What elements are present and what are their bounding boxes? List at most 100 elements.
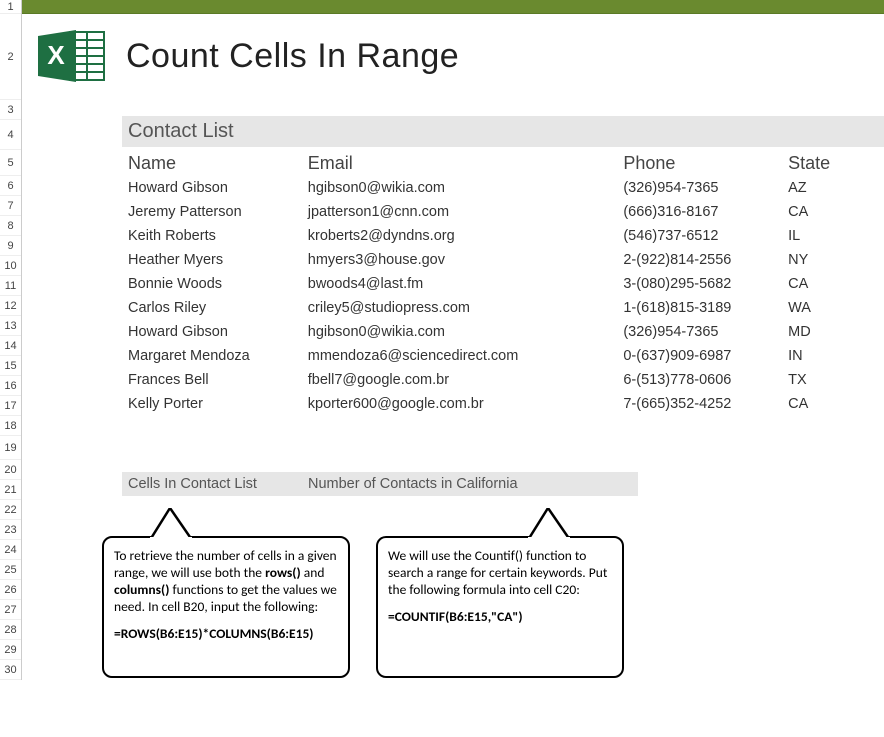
worksheet: X Count Cells In Range Contact List Name… (22, 0, 884, 678)
cell-email[interactable]: hgibson0@wikia.com (308, 322, 624, 342)
table-row[interactable]: Heather Myershmyers3@house.gov2-(922)814… (122, 248, 884, 272)
cell-phone[interactable]: 7-(665)352-4252 (623, 394, 788, 414)
cell-state[interactable]: MD (788, 322, 878, 342)
table-row[interactable]: Bonnie Woodsbwoods4@last.fm3-(080)295-56… (122, 272, 884, 296)
row-number[interactable]: 20 (0, 460, 21, 480)
content-area: Contact List Name Email Phone State Howa… (22, 116, 884, 678)
cell-state[interactable]: CA (788, 394, 878, 414)
row-number[interactable]: 15 (0, 356, 21, 376)
cell-email[interactable]: mmendoza6@sciencedirect.com (308, 346, 624, 366)
callout-tail-icon (528, 508, 570, 540)
row-number[interactable]: 2 (0, 14, 21, 100)
cell-name[interactable]: Keith Roberts (128, 226, 308, 246)
row-number[interactable]: 5 (0, 150, 21, 176)
row-number[interactable]: 3 (0, 100, 21, 120)
table-row[interactable]: Jeremy Pattersonjpatterson1@cnn.com(666)… (122, 200, 884, 224)
cell-name[interactable]: Frances Bell (128, 370, 308, 390)
cell-name[interactable]: Carlos Riley (128, 298, 308, 318)
cell-phone[interactable]: (326)954-7365 (623, 178, 788, 198)
row-number[interactable]: 21 (0, 480, 21, 500)
cell-phone[interactable]: 1-(618)815-3189 (623, 298, 788, 318)
cell-phone[interactable]: 0-(637)909-6987 (623, 346, 788, 366)
callout1-text-c: and (301, 564, 325, 581)
cell-state[interactable]: CA (788, 274, 878, 294)
row-number[interactable]: 27 (0, 600, 21, 620)
row-number[interactable]: 1 (0, 0, 21, 14)
row-number[interactable]: 22 (0, 500, 21, 520)
cell-email[interactable]: criley5@studiopress.com (308, 298, 624, 318)
title-row: X Count Cells In Range (22, 14, 884, 98)
row-number-gutter: 1234567891011121314151617181920212223242… (0, 0, 22, 680)
row-number[interactable]: 25 (0, 560, 21, 580)
cell-phone[interactable]: 2-(922)814-2556 (623, 250, 788, 270)
cell-email[interactable]: hgibson0@wikia.com (308, 178, 624, 198)
row-number[interactable]: 4 (0, 120, 21, 150)
row-number[interactable]: 24 (0, 540, 21, 560)
table-row[interactable]: Carlos Rileycriley5@studiopress.com1-(61… (122, 296, 884, 320)
header-green-bar (22, 0, 884, 14)
table-row[interactable]: Howard Gibsonhgibson0@wikia.com(326)954-… (122, 320, 884, 344)
cell-name[interactable]: Heather Myers (128, 250, 308, 270)
cell-email[interactable]: kroberts2@dyndns.org (308, 226, 624, 246)
row-number[interactable]: 6 (0, 176, 21, 196)
table-row[interactable]: Frances Bellfbell7@google.com.br6-(513)7… (122, 368, 884, 392)
callout2-formula: =COUNTIF(B6:E15,"CA") (388, 609, 612, 626)
cell-phone[interactable]: 3-(080)295-5682 (623, 274, 788, 294)
cell-state[interactable]: AZ (788, 178, 878, 198)
summary-cells-label: Cells In Contact List (122, 472, 302, 496)
contact-list-header: Contact List (122, 116, 884, 147)
cell-name[interactable]: Howard Gibson (128, 322, 308, 342)
cell-state[interactable]: IL (788, 226, 878, 246)
col-header-name: Name (128, 153, 308, 174)
cell-email[interactable]: jpatterson1@cnn.com (308, 202, 624, 222)
callout1-text: To retrieve the number of cells in a giv… (114, 548, 338, 616)
col-header-state: State (788, 153, 878, 174)
row-number[interactable]: 10 (0, 256, 21, 276)
row-number[interactable]: 7 (0, 196, 21, 216)
spacer-row-3 (22, 98, 884, 116)
row-number[interactable]: 29 (0, 640, 21, 660)
row-number[interactable]: 17 (0, 396, 21, 416)
row-number[interactable]: 28 (0, 620, 21, 640)
row-number[interactable]: 18 (0, 416, 21, 436)
col-header-email: Email (308, 153, 624, 174)
row-number[interactable]: 13 (0, 316, 21, 336)
cell-phone[interactable]: (666)316-8167 (623, 202, 788, 222)
row-number[interactable]: 14 (0, 336, 21, 356)
summary-header-row: Cells In Contact List Number of Contacts… (122, 472, 884, 496)
cell-phone[interactable]: 6-(513)778-0606 (623, 370, 788, 390)
cell-email[interactable]: bwoods4@last.fm (308, 274, 624, 294)
cell-state[interactable]: TX (788, 370, 878, 390)
row-number[interactable]: 8 (0, 216, 21, 236)
page-title: Count Cells In Range (126, 37, 459, 76)
cell-phone[interactable]: (326)954-7365 (623, 322, 788, 342)
row-number[interactable]: 30 (0, 660, 21, 680)
row-number[interactable]: 9 (0, 236, 21, 256)
col-header-phone: Phone (623, 153, 788, 174)
row-number[interactable]: 19 (0, 436, 21, 460)
cell-name[interactable]: Bonnie Woods (128, 274, 308, 294)
cell-name[interactable]: Jeremy Patterson (128, 202, 308, 222)
table-row[interactable]: Keith Robertskroberts2@dyndns.org(546)73… (122, 224, 884, 248)
cell-email[interactable]: kporter600@google.com.br (308, 394, 624, 414)
callout-rows-columns: To retrieve the number of cells in a giv… (102, 536, 350, 678)
cell-name[interactable]: Kelly Porter (128, 394, 308, 414)
excel-icon: X (36, 28, 106, 84)
row-number[interactable]: 26 (0, 580, 21, 600)
cell-name[interactable]: Margaret Mendoza (128, 346, 308, 366)
row-number[interactable]: 16 (0, 376, 21, 396)
cell-state[interactable]: CA (788, 202, 878, 222)
cell-phone[interactable]: (546)737-6512 (623, 226, 788, 246)
cell-state[interactable]: WA (788, 298, 878, 318)
row-number[interactable]: 11 (0, 276, 21, 296)
cell-state[interactable]: IN (788, 346, 878, 366)
table-row[interactable]: Kelly Porterkporter600@google.com.br7-(6… (122, 392, 884, 416)
cell-email[interactable]: hmyers3@house.gov (308, 250, 624, 270)
table-row[interactable]: Howard Gibsonhgibson0@wikia.com(326)954-… (122, 176, 884, 200)
row-number[interactable]: 23 (0, 520, 21, 540)
row-number[interactable]: 12 (0, 296, 21, 316)
cell-state[interactable]: NY (788, 250, 878, 270)
cell-email[interactable]: fbell7@google.com.br (308, 370, 624, 390)
table-row[interactable]: Margaret Mendozammendoza6@sciencedirect.… (122, 344, 884, 368)
cell-name[interactable]: Howard Gibson (128, 178, 308, 198)
